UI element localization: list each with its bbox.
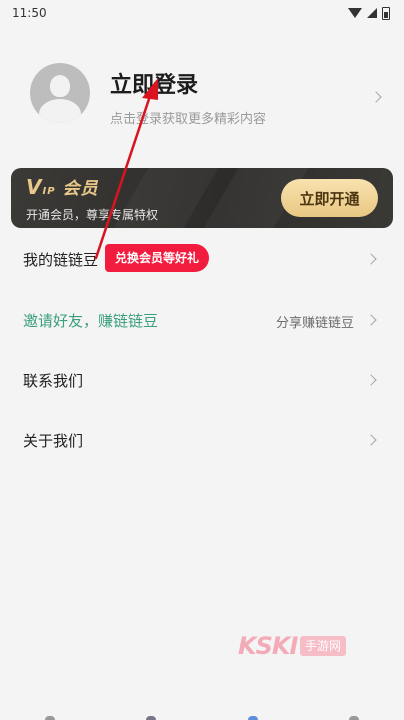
nav-tab-edge[interactable]: [248, 716, 258, 720]
chevron-right-icon[interactable]: [370, 91, 382, 103]
chevron-right-icon: [365, 314, 377, 326]
menu-item-contact[interactable]: 联系我们: [0, 360, 404, 400]
avatar[interactable]: [30, 63, 90, 123]
menu-item-label: 我的链链豆: [23, 251, 99, 269]
login-header[interactable]: 立即登录 点击登录获取更多精彩内容: [0, 50, 404, 150]
avatar-head-shape: [50, 75, 70, 97]
nav-tab-edge[interactable]: [349, 716, 359, 720]
menu-item-label: 邀请好友，赚链链豆: [23, 312, 159, 330]
nav-tab-edge[interactable]: [146, 716, 156, 720]
nav-tab-edge[interactable]: [45, 716, 55, 720]
redeem-badge: 兑换会员等好礼: [105, 244, 210, 272]
login-subtitle: 点击登录获取更多精彩内容: [110, 112, 267, 127]
watermark-tag: 手游网: [300, 636, 347, 656]
avatar-body-shape: [39, 99, 81, 123]
chevron-right-icon: [365, 253, 377, 265]
menu-item-label: 联系我们: [23, 372, 84, 390]
login-title[interactable]: 立即登录: [110, 67, 198, 99]
open-vip-button[interactable]: 立即开通: [281, 179, 378, 217]
bottom-nav-edge: [0, 712, 404, 720]
chevron-right-icon: [365, 434, 377, 446]
status-icons: [348, 6, 390, 20]
chevron-right-icon: [365, 374, 377, 386]
vip-description: 开通会员，尊享专属特权: [26, 208, 159, 222]
vip-logo: VIP 会员: [26, 175, 99, 199]
menu-item-beans[interactable]: 我的链链豆 兑换会员等好礼: [0, 239, 404, 279]
vip-card[interactable]: VIP 会员 开通会员，尊享专属特权 立即开通: [11, 168, 393, 228]
watermark-logo: KSKI: [238, 632, 298, 660]
battery-icon: [382, 6, 390, 20]
menu-item-label: 关于我们: [23, 432, 84, 450]
menu-item-invite[interactable]: 邀请好友，赚链链豆 分享赚链链豆: [0, 300, 404, 340]
status-time: 11:50: [12, 6, 47, 20]
wifi-icon: [348, 8, 362, 18]
share-hint: 分享赚链链豆: [275, 316, 354, 331]
menu-item-about[interactable]: 关于我们: [0, 420, 404, 460]
status-bar: 11:50: [0, 0, 404, 26]
signal-icon: [367, 8, 377, 18]
